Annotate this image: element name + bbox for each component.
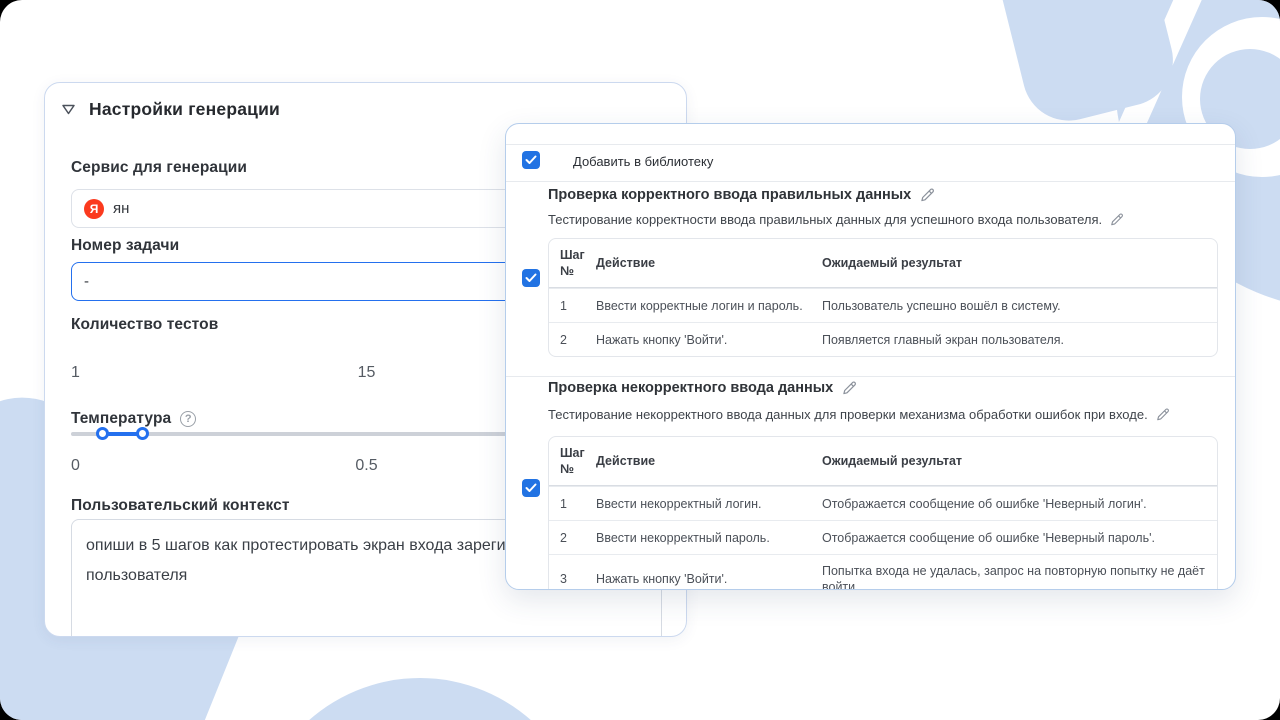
test-case-1-steps-table: Шаг № Действие Ожидаемый результат 1 Вве…	[548, 238, 1218, 357]
test-case-title: Проверка некорректного ввода данных	[548, 380, 857, 396]
test-case-title-text: Проверка некорректного ввода данных	[548, 380, 834, 396]
step-expected: Отображается сообщение об ошибке 'Неверн…	[822, 530, 1155, 545]
edit-description-icon[interactable]	[1110, 213, 1124, 226]
add-to-library-label: Добавить в библиотеку	[573, 154, 714, 169]
tests-count-label: Количество тестов	[71, 316, 219, 333]
table-row: 2 Ввести некорректный пароль. Отображает…	[549, 520, 1217, 554]
step-action: Ввести корректные логин и пароль.	[596, 298, 803, 313]
expected-column-header: Ожидаемый результат	[822, 256, 963, 270]
help-icon[interactable]: ?	[180, 411, 197, 427]
table-header-row: Шаг № Действие Ожидаемый результат	[549, 437, 1217, 486]
test-case-description-text: Тестирование корректности ввода правильн…	[548, 212, 1103, 227]
step-number: 2	[560, 530, 567, 545]
expected-column-header: Ожидаемый результат	[822, 454, 963, 468]
step-number: 2	[560, 332, 567, 347]
edit-title-icon[interactable]	[920, 188, 935, 202]
step-action: Нажать кнопку 'Войти'.	[596, 332, 728, 347]
divider	[506, 181, 1235, 182]
step-action: Нажать кнопку 'Войти'.	[596, 572, 728, 586]
test-case-description: Тестирование некорректного ввода данных …	[548, 407, 1169, 422]
step-number: 1	[560, 496, 567, 511]
tests-slider-handle-right[interactable]	[135, 427, 149, 440]
checkmark-icon	[525, 483, 537, 493]
divider	[506, 144, 1235, 145]
step-number: 1	[560, 298, 567, 313]
temperature-label: Температура	[71, 410, 172, 427]
test-case-description: Тестирование корректности ввода правильн…	[548, 212, 1124, 227]
divider	[506, 376, 1235, 377]
action-column-header: Действие	[596, 454, 656, 468]
step-column-header: Шаг №	[560, 248, 585, 278]
table-row: 1 Ввести некорректный логин. Отображаетс…	[549, 486, 1217, 520]
test-case-description-text: Тестирование некорректного ввода данных …	[548, 407, 1148, 422]
test-case-1-checkbox[interactable]	[522, 269, 540, 287]
table-row: 1 Ввести корректные логин и пароль. Поль…	[549, 288, 1217, 322]
service-label: Сервис для генерации	[71, 159, 248, 176]
step-action: Ввести некорректный логин.	[596, 496, 762, 511]
step-expected: Появляется главный экран пользователя.	[822, 332, 1065, 347]
step-expected: Пользователь успешно вошёл в систему.	[822, 298, 1061, 313]
yandex-icon: Я	[84, 198, 104, 219]
table-row: 3 Нажать кнопку 'Войти'. Попытка входа н…	[549, 554, 1217, 590]
checkmark-icon	[525, 155, 537, 165]
test-cases-panel: Добавить в библиотеку Проверка корректно…	[505, 123, 1236, 590]
task-number-label: Номер задачи	[71, 237, 180, 254]
settings-panel-title: Настройки генерации	[89, 99, 281, 119]
action-column-header: Действие	[596, 256, 656, 270]
service-select-value: ян	[113, 200, 130, 217]
collapse-triangle-icon[interactable]	[61, 103, 76, 116]
checkmark-icon	[525, 273, 537, 283]
step-expected: Отображается сообщение об ошибке 'Неверн…	[822, 496, 1147, 511]
user-context-label: Пользовательский контекст	[71, 497, 290, 514]
edit-description-icon[interactable]	[1156, 408, 1169, 421]
test-case-title: Проверка корректного ввода правильных да…	[548, 187, 935, 203]
edit-title-icon[interactable]	[842, 381, 857, 395]
test-case-2-steps-table: Шаг № Действие Ожидаемый результат 1 Вве…	[548, 436, 1218, 590]
table-header-row: Шаг № Действие Ожидаемый результат	[549, 239, 1217, 288]
test-case-title-text: Проверка корректного ввода правильных да…	[548, 187, 912, 203]
tests-slider-handle-left[interactable]	[95, 427, 109, 440]
step-number: 3	[560, 572, 567, 586]
add-to-library-checkbox[interactable]	[522, 151, 540, 169]
test-case-2-checkbox[interactable]	[522, 479, 540, 497]
step-expected: Попытка входа не удалась, запрос на повт…	[822, 564, 1205, 590]
table-row: 2 Нажать кнопку 'Войти'. Появляется глав…	[549, 322, 1217, 356]
app-canvas: Настройки генерации Сервис для генерации…	[0, 0, 1280, 720]
step-column-header: Шаг №	[560, 446, 585, 476]
step-action: Ввести некорректный пароль.	[596, 530, 770, 545]
